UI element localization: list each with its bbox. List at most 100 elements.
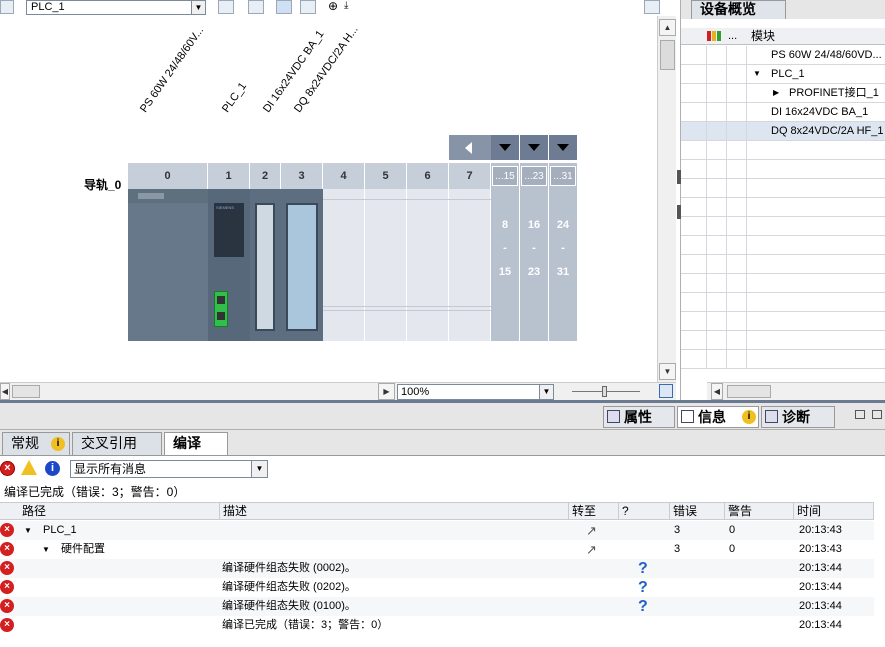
overview-row[interactable] <box>681 217 885 236</box>
help-icon[interactable]: ? <box>638 597 648 616</box>
tab-diagnostics[interactable]: 诊断 <box>761 406 835 428</box>
cpu-display: SIEMENS <box>214 203 244 257</box>
error-filter-icon[interactable]: × <box>0 461 15 476</box>
message-row[interactable]: × 编译硬件组态失败 (0202)。 ? 20:13:44 <box>0 578 874 597</box>
goto-arrow-icon[interactable]: ↗ <box>586 521 597 540</box>
empty-slot[interactable] <box>365 189 407 341</box>
tab-info[interactable]: 信息 i <box>677 406 759 428</box>
device-canvas[interactable]: PS 60W 24/48/60V... PLC_1 DI 16x24VDC BA… <box>0 16 657 382</box>
overview-row[interactable]: ▼ PLC_1 <box>681 65 885 84</box>
pen-tool-icon[interactable] <box>276 0 292 14</box>
scroll-up-icon[interactable]: ▲ <box>659 19 676 36</box>
cpu-module[interactable]: SIEMENS <box>208 189 250 341</box>
zoom-select[interactable]: 100% ▼ <box>397 384 554 400</box>
expand-arrow-icon[interactable]: ▼ <box>24 521 32 540</box>
splitter-handle[interactable] <box>677 170 681 184</box>
show-labels-icon[interactable] <box>248 0 264 14</box>
overview-row[interactable] <box>681 141 885 160</box>
scroll-thumb[interactable] <box>12 385 40 398</box>
expand-slots-icon[interactable] <box>491 135 519 160</box>
download-icon[interactable]: ⤓ <box>344 0 360 14</box>
overview-row[interactable] <box>681 160 885 179</box>
overview-toggle-icon[interactable] <box>644 0 660 14</box>
expand-slots-icon[interactable] <box>520 135 548 160</box>
filter-icon[interactable] <box>707 29 723 43</box>
goto-arrow-icon[interactable]: ↗ <box>586 540 597 559</box>
column-module[interactable]: 模块 <box>751 28 775 44</box>
filter-select-value: 显示所有消息 <box>74 462 147 476</box>
profinet-port-icon[interactable] <box>214 291 228 327</box>
warning-filter-icon[interactable] <box>21 460 37 475</box>
splitter-handle[interactable] <box>677 205 681 219</box>
zoom-in-icon[interactable]: ⊕ <box>328 0 344 14</box>
scroll-down-icon[interactable]: ▼ <box>659 363 676 380</box>
overview-row[interactable] <box>681 293 885 312</box>
tab-general[interactable]: 常规 i <box>2 432 70 455</box>
grid-icon[interactable] <box>300 0 316 14</box>
fit-view-icon[interactable] <box>659 384 673 398</box>
collapse-left-icon[interactable] <box>449 135 491 160</box>
column-description[interactable]: 描述 <box>220 502 569 520</box>
power-supply-module[interactable] <box>128 189 208 341</box>
chevron-down-icon[interactable]: ▼ <box>251 461 267 477</box>
message-row[interactable]: × 编译硬件组态失败 (0100)。 ? 20:13:44 <box>0 597 874 616</box>
message-filter-select[interactable]: 显示所有消息 ▼ <box>70 460 268 478</box>
chevron-down-icon[interactable]: ▼ <box>539 385 553 399</box>
expand-arrow-icon[interactable]: ▼ <box>42 540 50 559</box>
zoom-slider-handle[interactable] <box>602 386 607 397</box>
help-icon[interactable]: ? <box>638 559 648 578</box>
maximize-icon[interactable] <box>872 410 882 419</box>
float-window-icon[interactable] <box>855 410 865 419</box>
column-warnings[interactable]: 警告 <box>725 502 794 520</box>
scroll-thumb[interactable] <box>727 385 771 398</box>
message-row[interactable]: × ▼ PLC_1 ↗ 3 0 20:13:43 <box>0 521 874 540</box>
info-filter-icon[interactable]: i <box>45 461 60 476</box>
column-time[interactable]: 时间 <box>794 502 874 520</box>
di-module[interactable] <box>250 189 281 341</box>
column-help[interactable]: ? <box>619 502 670 520</box>
tab-properties[interactable]: 属性 <box>603 406 675 428</box>
message-row[interactable]: × 编译已完成（错误：3；警告：0） 20:13:44 <box>0 616 874 635</box>
empty-slot[interactable] <box>449 189 491 341</box>
overview-row[interactable]: DI 16x24VDC BA_1 <box>681 103 885 122</box>
help-icon[interactable]: ? <box>638 578 648 597</box>
scroll-left-icon[interactable]: ◀ <box>711 383 723 400</box>
overview-row[interactable] <box>681 331 885 350</box>
overview-row[interactable] <box>681 255 885 274</box>
overview-row[interactable]: ▶ PROFINET接口_1 <box>681 84 885 103</box>
scroll-right-icon[interactable]: ▶ <box>378 383 395 400</box>
overview-row[interactable] <box>681 350 885 369</box>
overview-row[interactable] <box>681 312 885 331</box>
expand-slots-icon[interactable] <box>549 135 577 160</box>
empty-slot[interactable] <box>407 189 449 341</box>
message-row[interactable]: × 编译硬件组态失败 (0002)。 ? 20:13:44 <box>0 559 874 578</box>
scroll-left-icon[interactable]: ◀ <box>0 383 10 400</box>
device-select[interactable]: PLC_1 ▼ <box>26 0 206 15</box>
column-path[interactable]: 路径 <box>0 502 220 520</box>
tab-cross-reference[interactable]: 交叉引用 <box>72 432 162 455</box>
canvas-vertical-scrollbar[interactable]: ▲ ▼ <box>657 16 676 382</box>
message-time: 20:13:44 <box>799 581 842 593</box>
overview-horizontal-scrollbar[interactable]: ◀ ▶ <box>707 382 885 400</box>
column-errors[interactable]: 错误 <box>670 502 725 520</box>
error-icon: × <box>0 580 14 594</box>
column-goto[interactable]: 转至 <box>569 502 619 520</box>
overview-row[interactable] <box>681 274 885 293</box>
message-row[interactable]: × ▼ 硬件配置 ↗ 3 0 20:13:43 <box>0 540 874 559</box>
dq-module[interactable] <box>281 189 323 341</box>
canvas-horizontal-scrollbar[interactable]: ◀ ▶ 100% ▼ <box>0 382 676 400</box>
overview-row[interactable] <box>681 179 885 198</box>
device-properties-icon[interactable] <box>218 0 234 14</box>
overview-row[interactable] <box>681 198 885 217</box>
tab-compile[interactable]: 编译 <box>164 432 228 455</box>
tab-device-overview[interactable]: 设备概览 <box>691 0 786 19</box>
back-icon[interactable] <box>0 0 14 14</box>
expand-arrow-icon[interactable]: ▼ <box>753 65 761 83</box>
overview-row[interactable]: DQ 8x24VDC/2A HF_1 <box>681 122 885 141</box>
overview-row[interactable] <box>681 236 885 255</box>
chevron-down-icon[interactable]: ▼ <box>191 1 205 14</box>
scroll-thumb[interactable] <box>660 40 675 70</box>
empty-slot[interactable] <box>323 189 365 341</box>
expand-arrow-icon[interactable]: ▶ <box>773 84 779 102</box>
overview-row[interactable]: PS 60W 24/48/60VD... <box>681 46 885 65</box>
